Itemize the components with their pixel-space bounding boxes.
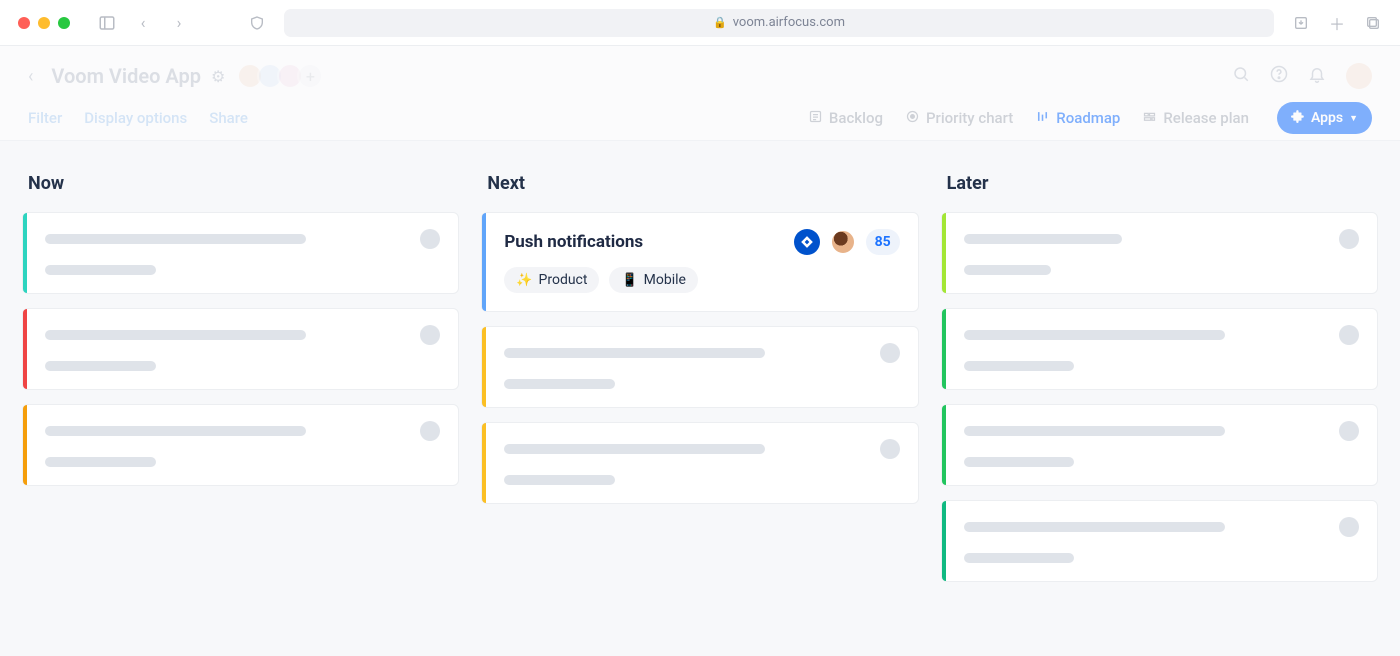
mobile-icon: 📱 <box>621 273 637 288</box>
tabs-overview-icon[interactable] <box>1364 14 1382 32</box>
card-placeholder[interactable] <box>941 404 1378 486</box>
tag-product[interactable]: ✨ Product <box>504 267 599 293</box>
tag-mobile[interactable]: 📱 Mobile <box>609 267 698 293</box>
window-zoom-icon[interactable] <box>58 17 70 29</box>
share-link[interactable]: Share <box>209 109 248 127</box>
privacy-shield-icon[interactable] <box>248 14 266 32</box>
member-avatars[interactable]: + <box>243 63 323 89</box>
card-placeholder[interactable] <box>941 500 1378 582</box>
address-bar-text: voom.airfocus.com <box>733 15 845 30</box>
card-accent <box>23 405 27 485</box>
assignee-placeholder-icon <box>1339 421 1359 441</box>
display-options-link[interactable]: Display options <box>84 109 187 127</box>
roadmap-board: Now Next Push notifications <box>0 141 1400 628</box>
lock-icon: 🔒 <box>713 16 727 29</box>
tab-priority-chart[interactable]: Priority chart <box>905 109 1013 128</box>
priority-score: 85 <box>866 229 900 255</box>
assignee-placeholder-icon <box>420 421 440 441</box>
puzzle-icon <box>1291 109 1305 127</box>
assignee-placeholder-icon <box>1339 229 1359 249</box>
column-next: Next Push notifications 85 ✨ Product <box>481 173 918 596</box>
card-placeholder[interactable] <box>22 212 459 294</box>
target-icon <box>905 109 920 128</box>
tag-label: Mobile <box>644 272 686 288</box>
release-plan-icon <box>1142 109 1157 128</box>
column-now: Now <box>22 173 459 596</box>
back-button[interactable]: ‹ <box>28 66 33 87</box>
tab-roadmap-label: Roadmap <box>1056 109 1120 127</box>
column-title: Next <box>487 173 912 194</box>
column-title: Later <box>947 173 1372 194</box>
help-icon[interactable] <box>1270 65 1288 88</box>
column-later: Later <box>941 173 1378 596</box>
project-title: Voom Video App <box>51 64 201 88</box>
assignee-placeholder-icon <box>1339 517 1359 537</box>
tab-release-plan[interactable]: Release plan <box>1142 109 1249 128</box>
card-accent <box>482 213 486 311</box>
add-member-button[interactable]: + <box>297 63 323 89</box>
apps-button[interactable]: Apps ▼ <box>1277 102 1372 134</box>
address-bar[interactable]: 🔒 voom.airfocus.com <box>284 9 1274 37</box>
tab-backlog[interactable]: Backlog <box>808 109 883 128</box>
new-tab-icon[interactable]: ＋ <box>1328 14 1346 32</box>
card-accent <box>23 213 27 293</box>
jira-icon[interactable] <box>794 229 820 255</box>
sparkle-icon: ✨ <box>516 273 532 288</box>
assignee-placeholder-icon <box>420 325 440 345</box>
assignee-avatar[interactable] <box>830 229 856 255</box>
card-accent <box>942 309 946 389</box>
card-accent <box>942 501 946 581</box>
app-header: ‹ Voom Video App ⚙ + Filter Display o <box>0 46 1400 141</box>
assignee-placeholder-icon <box>880 439 900 459</box>
download-icon[interactable] <box>1292 14 1310 32</box>
roadmap-icon <box>1035 109 1050 128</box>
sidebar-toggle-icon[interactable] <box>98 14 116 32</box>
tab-priority-chart-label: Priority chart <box>926 109 1013 127</box>
tab-release-plan-label: Release plan <box>1163 109 1249 127</box>
nav-back-icon[interactable]: ‹ <box>134 14 152 32</box>
subnav: Filter Display options Share Backlog Pri… <box>28 96 1372 140</box>
card-placeholder[interactable] <box>941 308 1378 390</box>
card-accent <box>942 405 946 485</box>
card-accent <box>482 423 486 503</box>
card-placeholder[interactable] <box>481 422 918 504</box>
card-placeholder[interactable] <box>481 326 918 408</box>
browser-chrome: ‹ › 🔒 voom.airfocus.com ＋ <box>0 0 1400 46</box>
card-placeholder[interactable] <box>941 212 1378 294</box>
card-accent <box>482 327 486 407</box>
search-icon[interactable] <box>1232 65 1250 88</box>
card-placeholder[interactable] <box>22 308 459 390</box>
assignee-placeholder-icon <box>420 229 440 249</box>
assignee-placeholder-icon <box>880 343 900 363</box>
card-tags: ✨ Product 📱 Mobile <box>504 267 899 293</box>
notifications-icon[interactable] <box>1308 65 1326 88</box>
apps-button-label: Apps <box>1311 110 1343 126</box>
settings-gear-icon[interactable]: ⚙ <box>211 67 225 86</box>
card-accent <box>23 309 27 389</box>
tab-backlog-label: Backlog <box>829 109 883 127</box>
current-user-avatar[interactable] <box>1346 63 1372 89</box>
column-title: Now <box>28 173 453 194</box>
card-accent <box>942 213 946 293</box>
filter-link[interactable]: Filter <box>28 109 62 127</box>
window-close-icon[interactable] <box>18 17 30 29</box>
nav-forward-icon[interactable]: › <box>170 14 188 32</box>
chevron-down-icon: ▼ <box>1349 113 1358 124</box>
card-push-notifications[interactable]: Push notifications 85 ✨ Product 📱 Mobile <box>481 212 918 312</box>
backlog-icon <box>808 109 823 128</box>
tab-roadmap[interactable]: Roadmap <box>1035 109 1120 128</box>
assignee-placeholder-icon <box>1339 325 1359 345</box>
card-title: Push notifications <box>504 232 643 252</box>
window-controls <box>18 17 70 29</box>
tag-label: Product <box>539 272 588 288</box>
window-minimize-icon[interactable] <box>38 17 50 29</box>
card-placeholder[interactable] <box>22 404 459 486</box>
